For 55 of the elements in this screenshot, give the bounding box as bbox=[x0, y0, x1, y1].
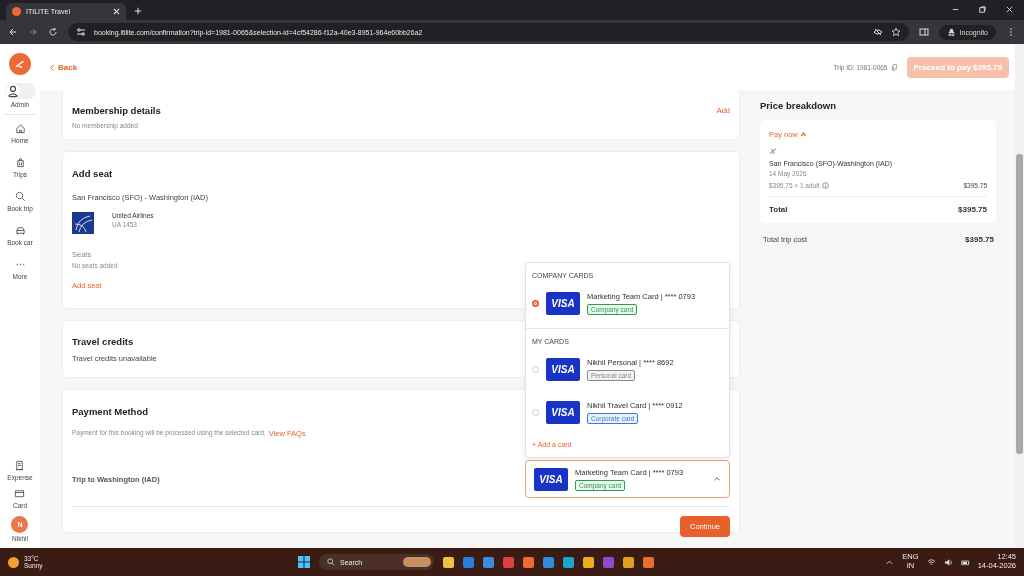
visa-logo: VISA bbox=[546, 358, 580, 381]
app-icon[interactable] bbox=[623, 556, 634, 568]
airline-globe-logo-icon bbox=[72, 212, 94, 234]
search-highlight-image bbox=[403, 557, 431, 567]
total-amount: $395.75 bbox=[958, 205, 987, 214]
app-icon[interactable] bbox=[443, 556, 454, 568]
forward-arrow-icon[interactable] bbox=[28, 27, 38, 37]
profile-toggle[interactable] bbox=[4, 83, 36, 99]
app-icon[interactable] bbox=[563, 556, 574, 568]
visa-logo: VISA bbox=[534, 467, 568, 491]
app-icon[interactable] bbox=[463, 556, 474, 568]
back-link[interactable]: Back bbox=[50, 62, 78, 72]
new-tab-icon[interactable] bbox=[134, 7, 142, 15]
incognito-icon bbox=[946, 27, 956, 37]
reload-icon[interactable] bbox=[48, 27, 58, 37]
scrollbar-thumb[interactable] bbox=[1016, 154, 1023, 454]
eye-off-icon[interactable] bbox=[872, 27, 883, 37]
battery-icon[interactable] bbox=[960, 557, 970, 567]
app-icon[interactable] bbox=[543, 556, 554, 568]
weather-icon[interactable] bbox=[8, 556, 19, 568]
speaker-icon[interactable] bbox=[943, 557, 953, 567]
credit-card-icon bbox=[14, 488, 26, 499]
visa-logo: VISA bbox=[546, 292, 580, 315]
section-title: Travel credits bbox=[72, 336, 134, 347]
search-icon bbox=[14, 191, 26, 202]
trip-cost-amount: $395.75 bbox=[965, 235, 994, 244]
scrollbar[interactable] bbox=[1015, 44, 1024, 548]
star-icon[interactable] bbox=[890, 27, 901, 37]
chevron-up-icon bbox=[799, 131, 807, 138]
app-icon[interactable] bbox=[523, 556, 534, 568]
chevron-icon bbox=[713, 475, 721, 483]
section-title: Add seat bbox=[72, 168, 113, 179]
receipt-icon bbox=[14, 460, 26, 471]
home-icon bbox=[14, 123, 26, 134]
back-arrow-icon[interactable] bbox=[8, 27, 18, 37]
app-icon[interactable] bbox=[643, 556, 654, 568]
site-settings-icon[interactable] bbox=[76, 27, 86, 37]
car-icon bbox=[14, 225, 26, 236]
app-icon[interactable] bbox=[583, 556, 594, 568]
price-breakdown-title: Price breakdown bbox=[760, 100, 838, 111]
side-panel-icon[interactable] bbox=[918, 27, 929, 37]
wifi-icon[interactable] bbox=[926, 557, 936, 567]
visa-logo: VISA bbox=[546, 401, 580, 424]
section-title: Membership details bbox=[72, 105, 161, 116]
section-title: Payment Method bbox=[72, 406, 148, 417]
total-label: Total bbox=[769, 205, 788, 214]
close-icon[interactable] bbox=[1005, 5, 1014, 14]
restore-icon[interactable] bbox=[978, 5, 987, 14]
windows-start-icon[interactable] bbox=[298, 556, 310, 568]
trips-icon bbox=[14, 157, 26, 168]
chevron-left-icon bbox=[50, 63, 54, 71]
radio-button[interactable] bbox=[532, 300, 539, 307]
app-icon[interactable] bbox=[483, 556, 494, 568]
search-icon bbox=[327, 558, 335, 566]
close-icon[interactable] bbox=[113, 8, 120, 15]
